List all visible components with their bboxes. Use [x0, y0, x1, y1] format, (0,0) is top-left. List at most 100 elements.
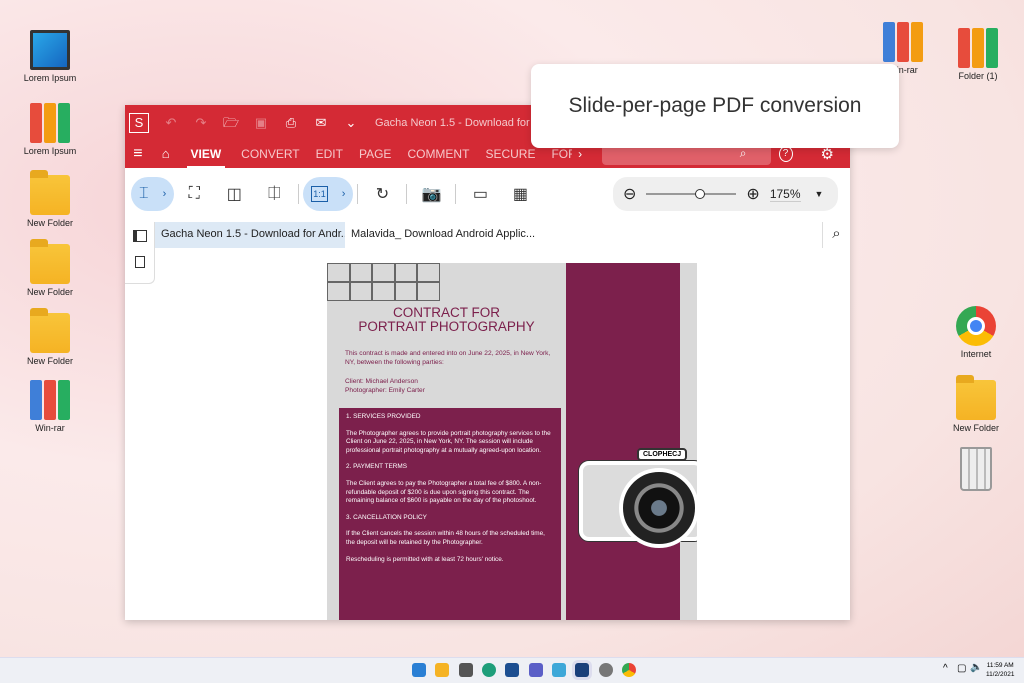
desktop-icon-lorem-ipsum-binders[interactable]: Lorem Ipsum — [15, 103, 85, 156]
section-heading: 2. PAYMENT TERMS — [346, 463, 407, 471]
document-tab-active[interactable]: Gacha Neon 1.5 - Download for Andr... — [155, 222, 345, 248]
help-icon[interactable]: ? — [778, 146, 793, 162]
section-body: If the Client cancels the session within… — [346, 530, 545, 546]
pdf-app-taskbar-icon[interactable] — [575, 663, 589, 677]
settings-icon[interactable] — [599, 663, 613, 677]
chevron-right-icon: › — [341, 188, 346, 200]
desktop-icon-new-folder[interactable]: New Folder — [15, 308, 85, 366]
scroll-mode-icon: ⌶ — [139, 185, 149, 202]
zoom-slider-knob[interactable] — [694, 189, 705, 199]
time: 11:59 AM — [986, 662, 1014, 669]
folder-icon — [30, 170, 70, 215]
trash-icon — [960, 447, 992, 491]
tab-form[interactable]: FORM — [551, 147, 572, 161]
sticker-label: CLOPHECJ — [637, 448, 688, 461]
sidebar-toggle-icon[interactable] — [133, 230, 147, 242]
desktop-icon-internet[interactable]: Internet — [941, 306, 1011, 359]
divider — [298, 184, 300, 204]
purple-column — [566, 263, 680, 620]
print-icon[interactable]: ⎙ — [283, 115, 299, 131]
hamburger-menu-icon[interactable]: ≡ — [131, 146, 145, 162]
snapshot-icon[interactable]: 📷 — [411, 184, 451, 204]
start-icon[interactable] — [412, 663, 426, 677]
left-panel — [125, 222, 155, 284]
mail-icon[interactable]: ✉ — [313, 115, 329, 131]
desktop-icon-lorem-ipsum-computer[interactable]: Lorem Ipsum — [15, 30, 85, 83]
teams-icon[interactable] — [529, 663, 543, 677]
volume-icon[interactable]: 🔈 — [970, 662, 982, 673]
desktop-icon-new-folder[interactable]: New Folder — [941, 375, 1011, 433]
chrome-icon — [956, 306, 996, 346]
page-layout-button[interactable]: ⌶ › — [131, 177, 175, 211]
tab-secure[interactable]: SECURE — [485, 147, 535, 161]
title-line-1: CONTRACT FOR — [393, 305, 500, 320]
intro-text: This contract is made and entered into o… — [345, 350, 551, 366]
file-explorer-icon[interactable] — [435, 663, 449, 677]
search-icon[interactable]: ⌕ — [822, 222, 850, 248]
tab-convert[interactable]: CONVERT — [241, 147, 299, 161]
divider — [406, 184, 408, 204]
binders-icon — [30, 103, 70, 143]
binders-icon — [958, 28, 998, 68]
zoom-in-icon[interactable]: ⊕ — [746, 184, 759, 204]
ruler-icon[interactable]: ▭ — [460, 184, 500, 204]
split-view-icon[interactable]: ⎅ — [254, 185, 294, 203]
document-tab[interactable]: Malavida_ Download Android Applic... — [345, 222, 535, 248]
app-icon[interactable] — [552, 663, 566, 677]
chevron-down-icon[interactable]: ⌄ — [343, 115, 359, 131]
pdf-page: CONTRACT FOR PORTRAIT PHOTOGRAPHY This co… — [327, 263, 697, 620]
client-name: Client: Michael Anderson — [345, 378, 418, 385]
camera-sticker: CLOPHECJ — [569, 443, 697, 563]
divider — [455, 184, 457, 204]
fullscreen-icon[interactable]: ⛶ — [174, 185, 214, 203]
footer-note: Rescheduling is permitted with at least … — [346, 555, 504, 563]
zoom-dropdown-icon[interactable]: ▼ — [815, 189, 824, 199]
zoom-slider[interactable] — [646, 189, 737, 199]
redo-icon[interactable]: ↷ — [193, 115, 209, 131]
desktop-icon-folder-1[interactable]: Folder (1) — [943, 28, 1013, 81]
tab-page[interactable]: PAGE — [359, 147, 391, 161]
grid-icon[interactable]: ▦ — [500, 184, 540, 204]
feature-callout: Slide-per-page PDF conversion — [531, 64, 899, 148]
bookmark-icon[interactable] — [135, 256, 145, 268]
desktop-icon-new-folder[interactable]: New Folder — [15, 170, 85, 228]
taskbar: ^ ▢ 🔈 11:59 AM 11/2/2021 — [0, 657, 1024, 683]
decorative-grid — [327, 263, 440, 301]
tab-view[interactable]: VIEW — [186, 141, 226, 168]
open-folder-icon[interactable]: 🗁 — [223, 115, 239, 131]
store-icon[interactable] — [505, 663, 519, 677]
two-page-icon[interactable]: ◫ — [214, 184, 254, 204]
chrome-icon[interactable] — [622, 663, 636, 677]
section-heading: 1. SERVICES PROVIDED — [346, 413, 421, 420]
tab-edit[interactable]: EDIT — [316, 147, 343, 161]
home-icon[interactable]: ⌂ — [159, 146, 173, 162]
tab-comment[interactable]: COMMENT — [407, 147, 469, 161]
section-heading: 3. CANCELLATION POLICY — [346, 513, 427, 521]
section-body: The Client agrees to pay the Photographe… — [346, 479, 542, 505]
camera-app-icon[interactable] — [459, 663, 473, 677]
zoom-value[interactable]: 175% — [769, 187, 801, 202]
view-toolbar: ⌶ › ⛶ ◫ ⎅ 1:1 › ↻ 📷 ▭ ▦ ⊖ ⊕ 175% ▼ — [125, 168, 850, 220]
recycle-bin[interactable] — [941, 447, 1011, 494]
desktop-icon-new-folder[interactable]: New Folder — [15, 239, 85, 297]
chevron-right-icon[interactable]: › — [578, 147, 582, 161]
folder-icon — [30, 239, 70, 284]
zoom-out-icon[interactable]: ⊖ — [623, 184, 636, 204]
clock[interactable]: 11:59 AM 11/2/2021 — [986, 661, 1014, 679]
winrar-icon — [30, 380, 70, 420]
save-icon[interactable]: ▣ — [253, 115, 269, 131]
chevron-right-icon: › — [162, 188, 167, 200]
actual-size-button[interactable]: 1:1 › — [303, 177, 354, 211]
divider — [357, 184, 359, 204]
tray-chevron-icon[interactable]: ^ — [943, 663, 948, 674]
folder-icon — [956, 375, 996, 420]
edge-icon[interactable] — [482, 663, 496, 677]
desktop-icon-winrar[interactable]: Win-rar — [15, 380, 85, 433]
search-icon: ⌕ — [739, 146, 747, 160]
undo-icon[interactable]: ↶ — [163, 115, 179, 131]
document-tabs: Gacha Neon 1.5 - Download for Andr... Ma… — [155, 222, 850, 248]
network-icon[interactable]: ▢ — [957, 663, 966, 674]
folder-icon — [30, 308, 70, 353]
rotate-icon[interactable]: ↻ — [362, 184, 402, 204]
title-line-2: PORTRAIT PHOTOGRAPHY — [358, 319, 535, 334]
